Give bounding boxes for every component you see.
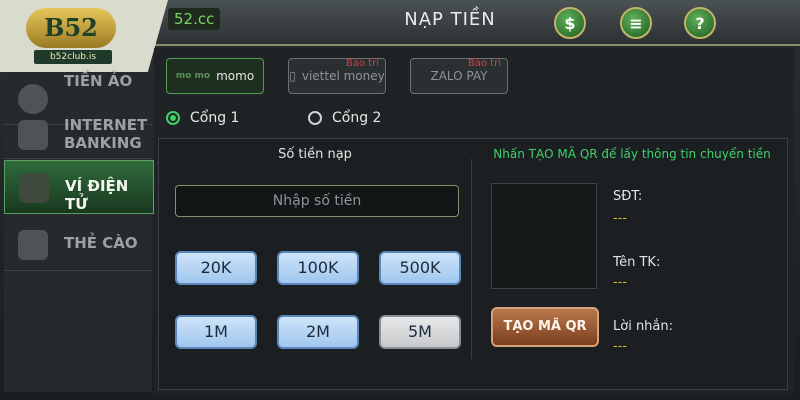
- maintenance-badge: Bảo trì: [345, 58, 379, 69]
- amount-chip-5m[interactable]: 5M: [379, 315, 461, 349]
- wallet-label: viettel money: [301, 69, 385, 83]
- list-icon[interactable]: ≡: [620, 7, 652, 39]
- amount-chip-2m[interactable]: 2M: [277, 315, 359, 349]
- radio-selected-icon: [166, 111, 180, 125]
- sidebar-item-label: VÍ ĐIỆN TỬ: [65, 177, 129, 213]
- amount-chip-100k[interactable]: 100K: [277, 251, 359, 285]
- sidebar: TIỀN ẢO INTERNET BANKING VÍ ĐIỆN TỬ THẺ …: [4, 72, 154, 392]
- phone-icon: ▯: [289, 69, 296, 83]
- account-name-value: ---: [613, 275, 628, 290]
- phone-value: ---: [613, 211, 628, 226]
- amount-input[interactable]: Nhập số tiền: [175, 185, 459, 217]
- wallet-label: momo: [216, 69, 255, 83]
- wallet-momo-button[interactable]: mo mo momo: [166, 58, 264, 94]
- phone-banking-icon: [18, 120, 48, 150]
- sidebar-item-label: THẺ CÀO: [64, 234, 138, 252]
- sidebar-item-internet-banking[interactable]: INTERNET BANKING: [4, 108, 152, 159]
- page-title: NẠP TIỀN: [404, 9, 496, 30]
- sidebar-item-label: INTERNET BANKING: [64, 116, 148, 152]
- maintenance-badge: Bảo trì: [467, 58, 501, 69]
- wallet-label: ZALO PAY: [430, 69, 488, 83]
- gate-label: Cổng 1: [190, 110, 240, 126]
- phone-label: SĐT:: [613, 189, 643, 204]
- gate-label: Cổng 2: [332, 110, 382, 126]
- wallet-icon: [19, 173, 49, 203]
- momo-logo-icon: mo mo: [175, 70, 211, 81]
- radio-unselected-icon: [308, 111, 322, 125]
- brand-mark: B52: [26, 8, 116, 48]
- dollar-shield-icon[interactable]: $: [554, 7, 586, 39]
- amount-chip-500k[interactable]: 500K: [379, 251, 461, 285]
- message-label: Lời nhắn:: [613, 319, 674, 334]
- gate-2-radio[interactable]: Cổng 2: [308, 110, 381, 126]
- sidebar-item-label: TIỀN ẢO: [64, 72, 133, 90]
- brand-logo[interactable]: B52 b52club.is: [0, 0, 168, 72]
- panel-divider: [471, 159, 472, 359]
- generate-qr-button[interactable]: TẠO MÃ QR: [491, 307, 599, 347]
- gate-1-radio[interactable]: Cổng 1: [166, 110, 239, 126]
- amount-label: Số tiền nạp: [278, 147, 352, 162]
- qr-code-area: [491, 183, 597, 289]
- brand-site: b52club.is: [34, 50, 112, 64]
- sidebar-item-scratch-card[interactable]: THẺ CÀO: [4, 218, 152, 271]
- wallet-zalopay-button[interactable]: ZALO PAY Bảo trì: [410, 58, 508, 94]
- deposit-panel: Số tiền nạp Nhập số tiền 20K 100K 500K 1…: [158, 138, 788, 390]
- sidebar-item-e-wallet[interactable]: VÍ ĐIỆN TỬ: [4, 160, 154, 214]
- qr-instruction: Nhấn TẠO MÃ QR để lấy thông tin chuyển t…: [493, 147, 771, 161]
- amount-chip-20k[interactable]: 20K: [175, 251, 257, 285]
- card-icon: [18, 230, 48, 260]
- deposit-content: mo mo momo ▯ viettel money Bảo trì ZALO …: [154, 48, 794, 396]
- top-bar: 52.cc NẠP TIỀN $ ≡ ?: [150, 0, 800, 46]
- amount-chip-1m[interactable]: 1M: [175, 315, 257, 349]
- message-value: ---: [613, 339, 628, 354]
- help-icon[interactable]: ?: [684, 7, 716, 39]
- wallet-viettel-money-button[interactable]: ▯ viettel money Bảo trì: [288, 58, 386, 94]
- account-name-label: Tên TK:: [613, 255, 661, 270]
